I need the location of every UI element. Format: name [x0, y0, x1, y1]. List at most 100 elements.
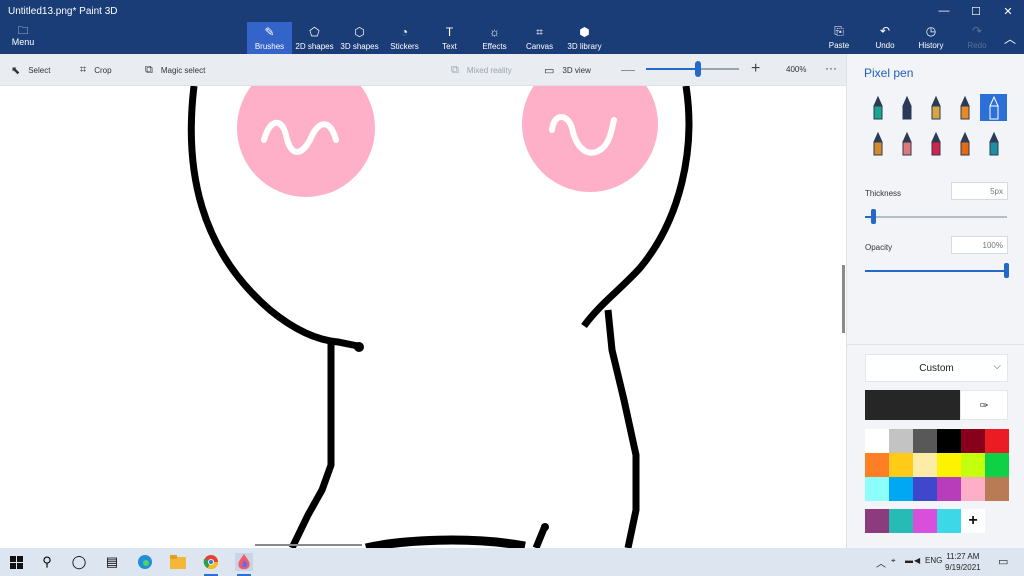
cortana-icon[interactable]: ◯ [70, 553, 88, 571]
crop-label: Crop [94, 66, 112, 75]
battery-icon[interactable]: ▬ [905, 556, 913, 565]
palette-swatch[interactable] [913, 477, 937, 501]
opacity-slider-fill [865, 270, 1007, 272]
crop-tool[interactable]: ⌗ Crop [80, 64, 112, 77]
horizontal-scrollbar[interactable] [255, 544, 362, 546]
palette-swatch[interactable] [889, 429, 913, 453]
palette-swatch[interactable] [865, 429, 889, 453]
spray-can-brush[interactable] [951, 130, 978, 157]
palette-swatch[interactable] [985, 453, 1009, 477]
oil-brush[interactable] [922, 94, 949, 121]
redo-button[interactable]: ↷ Redo [954, 25, 1000, 51]
watercolor-brush[interactable] [951, 94, 978, 121]
vertical-scrollbar[interactable] [842, 265, 845, 333]
undo-button[interactable]: ↶ Undo [862, 25, 908, 51]
palette-swatch[interactable] [961, 453, 985, 477]
tab-3d-shapes[interactable]: ⬡ 3D shapes [337, 22, 382, 54]
mixed-reality-label: Mixed reality [466, 66, 512, 75]
thickness-slider-thumb[interactable] [871, 209, 876, 224]
opacity-slider[interactable] [865, 263, 1009, 278]
custom-color-swatch[interactable] [913, 509, 937, 533]
task-view-icon[interactable]: ▤ [103, 553, 121, 571]
palette-swatch[interactable] [865, 453, 889, 477]
thickness-input[interactable]: 5px [951, 182, 1008, 200]
watercolor-brush-icon [959, 95, 970, 119]
magic-select-tool[interactable]: ⧉ Magic select [145, 64, 205, 77]
show-hidden-icons-chevron-up-icon[interactable]: ︿ [876, 555, 886, 570]
crayon-brush[interactable] [922, 130, 949, 157]
mixed-reality-button[interactable]: ⧉ Mixed reality [451, 64, 512, 77]
calligraphy-pen-brush[interactable] [893, 94, 920, 121]
edge-browser-icon[interactable] [136, 553, 154, 571]
palette-swatch[interactable] [961, 477, 985, 501]
tab-text[interactable]: T Text [427, 22, 472, 54]
palette-swatch[interactable] [889, 453, 913, 477]
volume-icon[interactable]: ◀ [914, 556, 920, 565]
custom-color-swatch[interactable] [865, 509, 889, 533]
palette-swatch[interactable] [913, 429, 937, 453]
zoom-in-button[interactable]: + [751, 60, 760, 78]
chrome-icon[interactable] [202, 553, 220, 576]
palette-swatch[interactable] [961, 429, 985, 453]
pixel-pen-brush[interactable] [980, 94, 1007, 121]
fill-brush[interactable] [980, 130, 1007, 157]
palette-swatch[interactable] [889, 477, 913, 501]
3d-view-toggle[interactable]: ▭ 3D view [544, 64, 591, 77]
body-top-line [364, 535, 526, 548]
eyedropper-button[interactable]: ✑ [960, 390, 1008, 420]
eraser-brush[interactable] [893, 130, 920, 157]
current-color-swatch[interactable] [865, 390, 960, 420]
search-icon[interactable]: ⚲ [38, 553, 56, 571]
zoom-slider[interactable] [646, 61, 739, 77]
tab-canvas[interactable]: ⌗ Canvas [517, 22, 562, 54]
close-button[interactable]: ✕ [992, 0, 1024, 22]
palette-swatch[interactable] [937, 429, 961, 453]
menu-button[interactable]: 🗀 Menu [6, 25, 40, 47]
tab-effects[interactable]: ☼ Effects [472, 22, 517, 54]
network-icon[interactable]: ⌖ [891, 556, 896, 566]
action-label: Paste [828, 41, 850, 50]
paint-3d-icon[interactable] [235, 553, 253, 576]
drawing-canvas[interactable] [0, 86, 846, 548]
tab-3d-library[interactable]: ⬢ 3D library [562, 22, 607, 54]
pencil-brush[interactable] [864, 130, 891, 157]
effects-icon: ☼ [489, 24, 500, 39]
file-explorer-icon[interactable] [169, 553, 187, 571]
more-options-button[interactable]: ··· [825, 61, 837, 75]
paste-button[interactable]: ⎘ Paste [816, 25, 862, 51]
minimize-button[interactable]: — [928, 0, 960, 22]
windows-start-icon[interactable] [7, 553, 25, 571]
add-custom-color-button[interactable]: + [961, 509, 985, 533]
opacity-slider-thumb[interactable] [1004, 263, 1009, 278]
marker-brush[interactable] [864, 94, 891, 121]
tab-2d-shapes[interactable]: ⬠ 2D shapes [292, 22, 337, 54]
palette-swatch[interactable] [985, 477, 1009, 501]
palette-swatch[interactable] [985, 429, 1009, 453]
opacity-input[interactable]: 100% [951, 236, 1008, 254]
custom-color-swatch[interactable] [889, 509, 913, 533]
collapse-ribbon-chevron-up-icon[interactable]: ︿ [1004, 30, 1016, 47]
language-indicator[interactable]: ENG [925, 556, 942, 565]
zoom-slider-thumb[interactable] [695, 61, 701, 77]
palette-swatch[interactable] [937, 477, 961, 501]
tab-brushes[interactable]: ✎ Brushes [247, 22, 292, 54]
ribbon: Untitled13.png* Paint 3D — ☐ ✕ 🗀 Menu ✎ … [0, 0, 1024, 54]
maximize-button[interactable]: ☐ [960, 0, 992, 22]
history-button[interactable]: ◷ History [908, 25, 954, 51]
zoom-out-button[interactable]: — [621, 61, 635, 77]
window-controls: — ☐ ✕ [928, 0, 1024, 22]
select-tool[interactable]: ⬉ Select [11, 64, 50, 77]
thickness-slider[interactable] [865, 209, 1007, 224]
palette-swatch[interactable] [865, 477, 889, 501]
palette-swatch[interactable] [937, 453, 961, 477]
3d-library-icon: ⬢ [579, 24, 590, 39]
line-endpoint [354, 342, 364, 352]
tab-stickers[interactable]: ◔ Stickers [382, 22, 427, 54]
system-clock[interactable]: 11:27 AM 9/19/2021 [945, 551, 981, 573]
brush-grid [864, 94, 1009, 157]
palette-swatch[interactable] [913, 453, 937, 477]
notifications-icon[interactable]: ▭ [998, 555, 1008, 568]
zoom-percentage[interactable]: 400% [786, 65, 806, 74]
custom-color-swatch[interactable] [937, 509, 961, 533]
color-mode-dropdown[interactable]: Custom ⌵ [865, 354, 1008, 382]
